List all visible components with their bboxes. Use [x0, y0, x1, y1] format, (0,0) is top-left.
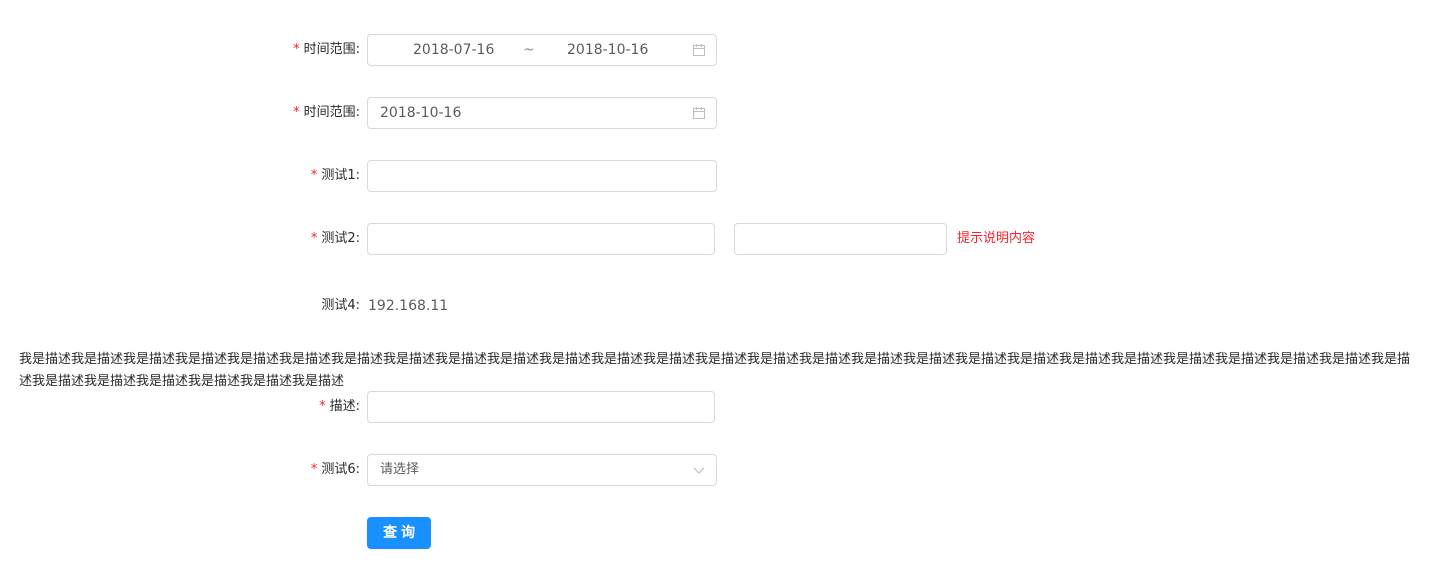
describe-label: * 描述:	[319, 399, 360, 414]
test1-input[interactable]	[368, 161, 716, 191]
test6-label-text: 测试6	[321, 462, 356, 477]
test4-value: 192.168.11	[368, 298, 449, 314]
chevron-down-icon	[693, 467, 705, 474]
date-range-picker[interactable]: 2018-07-16 ~ 2018-10-16	[367, 34, 717, 66]
test2-input-b[interactable]	[735, 224, 946, 254]
test2-label: * 测试2:	[310, 231, 360, 246]
form-row-describe: * 描述:	[0, 391, 1435, 423]
test4-label-text: 测试4	[321, 298, 356, 313]
form-row-test4: 测试4: 192.168.11	[0, 290, 1435, 322]
test2-input-b-wrapper	[734, 223, 947, 255]
date-range-start[interactable]: 2018-07-16	[413, 35, 494, 65]
required-mark: *	[293, 105, 300, 120]
required-mark: *	[310, 231, 318, 246]
test2-hint: 提示说明内容	[957, 231, 1036, 246]
query-button[interactable]: 查询	[367, 517, 431, 549]
test1-label-text: 测试1	[321, 168, 356, 183]
form-row-date-range: * 时间范围: 2018-07-16 ~ 2018-10-16	[0, 34, 1435, 66]
date-picker-value: 2018-10-16	[380, 105, 462, 121]
date-picker[interactable]: 2018-10-16	[367, 97, 717, 129]
test2-label-text: 测试2	[321, 231, 356, 246]
test2-input-a[interactable]	[368, 224, 714, 254]
required-mark: *	[310, 168, 318, 183]
date-single-label: * 时间范围:	[293, 105, 360, 120]
form-row-test6: * 测试6: 请选择	[0, 454, 1435, 486]
form-row-date-single: * 时间范围: 2018-10-16	[0, 97, 1435, 129]
date-single-label-text: 时间范围	[303, 105, 356, 120]
calendar-icon	[693, 44, 705, 56]
date-range-label: * 时间范围:	[293, 42, 360, 57]
test6-label: * 测试6:	[310, 462, 360, 477]
test1-input-wrapper	[367, 160, 717, 192]
test1-label: * 测试1:	[310, 168, 360, 183]
form-row-test2: * 测试2: 提示说明内容	[0, 223, 1435, 255]
description-text: 我是描述我是描述我是描述我是描述我是描述我是描述我是描述我是描述我是描述我是描述…	[19, 352, 1411, 389]
date-range-label-text: 时间范围	[303, 42, 356, 57]
test6-select-placeholder: 请选择	[380, 462, 420, 477]
required-mark: *	[310, 462, 318, 477]
test4-label: 测试4:	[321, 298, 360, 313]
required-mark: *	[293, 42, 300, 57]
test2-input-a-wrapper	[367, 223, 715, 255]
describe-input[interactable]	[368, 392, 714, 422]
describe-input-wrapper	[367, 391, 715, 423]
form-row-test1: * 测试1:	[0, 160, 1435, 192]
calendar-icon	[693, 107, 705, 119]
required-mark: *	[319, 399, 326, 414]
date-range-end[interactable]: 2018-10-16	[567, 35, 648, 65]
date-range-separator: ~	[523, 42, 535, 58]
describe-label-text: 描述	[329, 399, 356, 414]
test6-select[interactable]: 请选择	[367, 454, 717, 486]
